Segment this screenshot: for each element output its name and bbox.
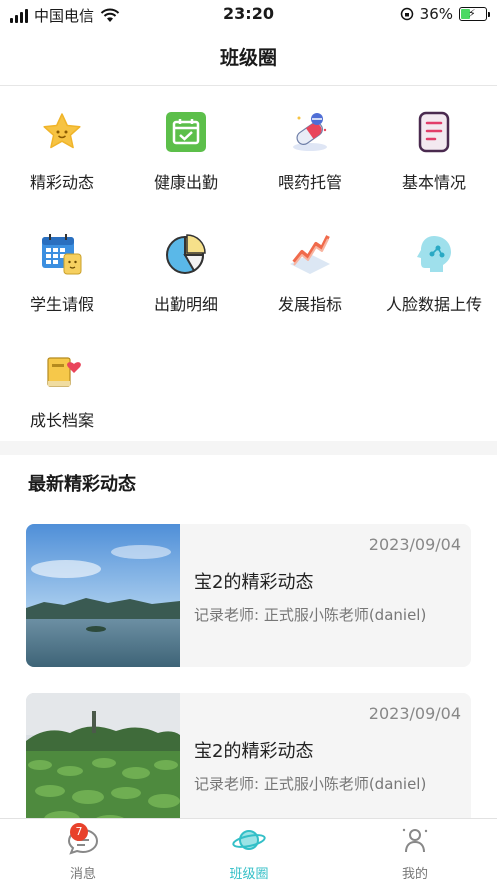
leave-calendar-icon [42, 234, 82, 275]
tab-mine[interactable]: 我的 [332, 819, 497, 883]
grid-label: 喂药托管 [277, 173, 342, 192]
profile-icon [402, 828, 428, 853]
card-teacher: 记录老师: 正式服小陈老师(daniel) [194, 775, 427, 793]
grid-label: 精彩动态 [29, 173, 94, 192]
grid-label: 出勤明细 [153, 295, 218, 314]
card-title: 宝2的精彩动态 [194, 741, 314, 762]
grid-item-student-leave[interactable]: 学生请假 [0, 218, 124, 328]
growth-chart-icon [290, 235, 330, 274]
lotus-pond-photo [26, 693, 180, 836]
grid-label: 发展指标 [277, 295, 342, 314]
grid-item-development[interactable]: 发展指标 [248, 218, 372, 328]
card-teacher: 记录老师: 正式服小陈老师(daniel) [194, 606, 427, 624]
grid-label: 基本情况 [401, 173, 466, 192]
medicine-icon [293, 113, 327, 151]
planet-icon [232, 830, 266, 850]
function-grid: 精彩动态 健康出勤 喂药托管 基本情况 学生请假 出勤明细 发展指标 人脸数据上… [0, 96, 497, 436]
grid-item-growth-archive[interactable]: 成长档案 [0, 334, 124, 444]
battery-percent: 36% [419, 5, 453, 23]
grid-item-face-upload[interactable]: 人脸数据上传 [372, 218, 496, 328]
lake-mountains-photo [26, 524, 180, 667]
charging-bolt-icon: ⚡ [468, 7, 476, 20]
battery-icon: ⚡ [459, 7, 490, 21]
tab-class-circle[interactable]: 班级圈 [166, 819, 332, 883]
growth-archive-icon [47, 357, 81, 387]
star-icon [43, 113, 81, 149]
status-bar: 中国电信 23:20 36% ⚡ [0, 0, 497, 30]
grid-item-medicine[interactable]: 喂药托管 [248, 96, 372, 206]
tab-label: 我的 [401, 867, 428, 882]
calendar-check-icon [166, 112, 206, 152]
section-divider [0, 441, 497, 455]
tab-bar: 7 消息 班级圈 我的 [0, 818, 497, 883]
grid-label: 人脸数据上传 [385, 295, 482, 314]
grid-item-basic-info[interactable]: 基本情况 [372, 96, 496, 206]
wifi-icon [100, 8, 120, 22]
tab-label: 消息 [69, 867, 96, 882]
feed-card[interactable]: 2023/09/04 宝2的精彩动态 记录老师: 正式服小陈老师(daniel) [26, 524, 471, 667]
section-title: 最新精彩动态 [28, 474, 136, 495]
pie-chart-icon [166, 234, 206, 274]
signal-icon [10, 8, 28, 23]
grid-label: 成长档案 [29, 411, 94, 430]
page-title: 班级圈 [219, 47, 277, 69]
tab-label: 班级圈 [229, 867, 269, 882]
carrier-label: 中国电信 [34, 7, 95, 25]
card-date: 2023/09/04 [368, 535, 461, 554]
grid-item-health-attendance[interactable]: 健康出勤 [124, 96, 248, 206]
status-right: 36% ⚡ [400, 5, 490, 23]
message-badge: 7 [70, 823, 88, 841]
grid-label: 学生请假 [29, 295, 94, 314]
feed-card[interactable]: 2023/09/04 宝2的精彩动态 记录老师: 正式服小陈老师(daniel) [26, 693, 471, 836]
tab-messages[interactable]: 7 消息 [0, 819, 166, 883]
nav-bar: 班级圈 [0, 30, 497, 86]
orientation-lock-icon [400, 7, 413, 21]
document-icon [418, 111, 450, 153]
grid-item-attendance-detail[interactable]: 出勤明细 [124, 218, 248, 328]
grid-label: 健康出勤 [153, 173, 218, 192]
card-title: 宝2的精彩动态 [194, 572, 314, 593]
card-date: 2023/09/04 [368, 704, 461, 723]
status-left: 中国电信 [10, 5, 120, 26]
face-upload-icon [417, 236, 451, 272]
grid-item-highlights[interactable]: 精彩动态 [0, 96, 124, 206]
